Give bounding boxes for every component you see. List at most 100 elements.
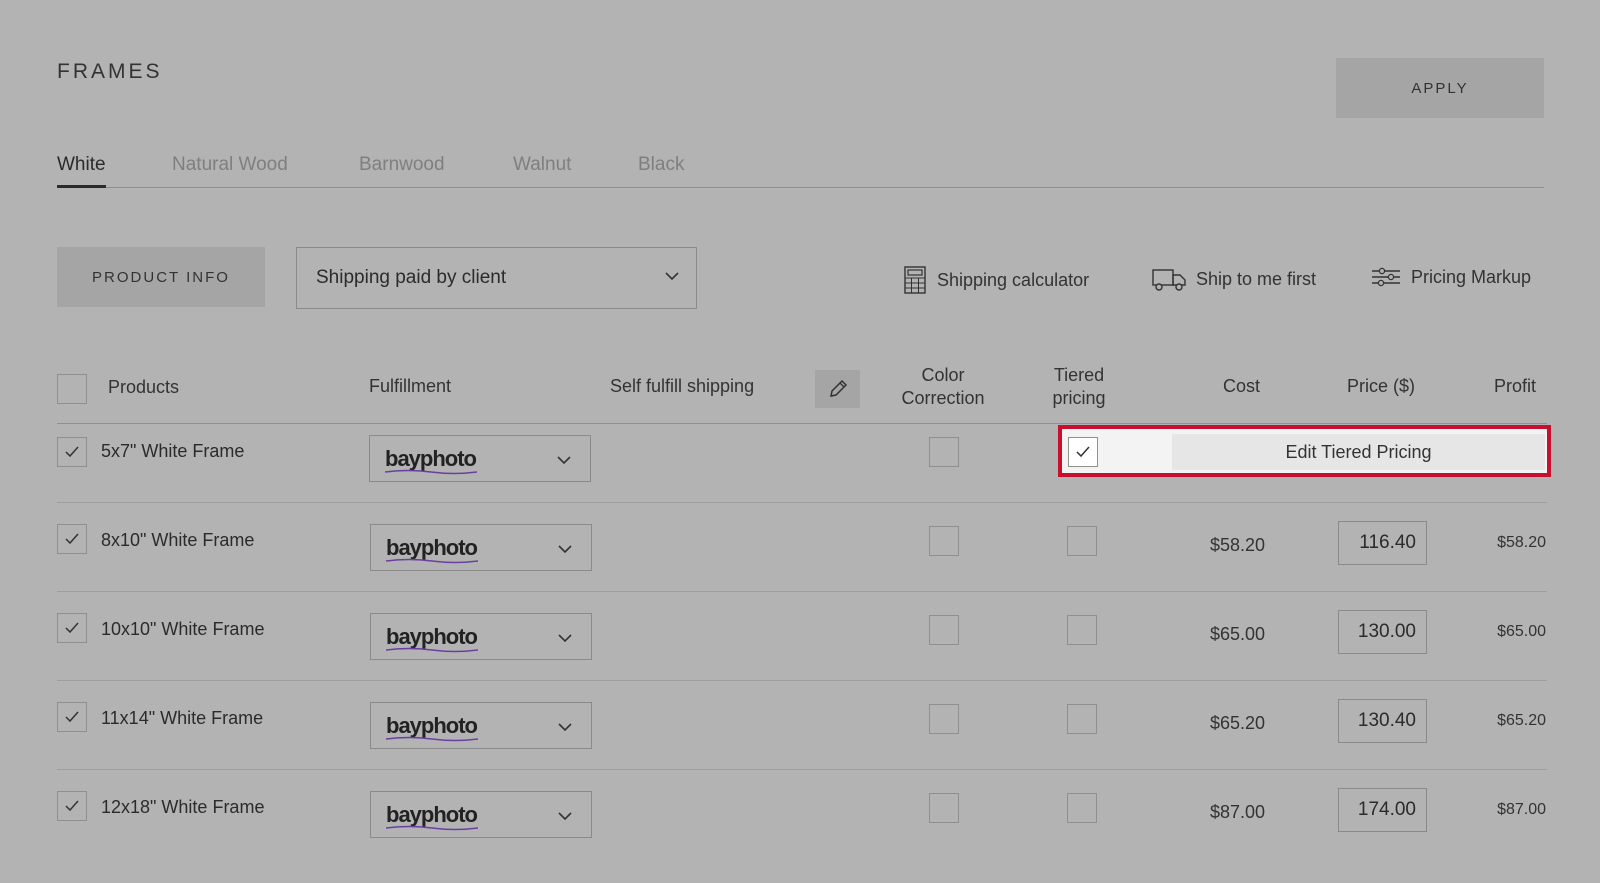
bayphoto-logo: bayphoto — [386, 713, 478, 741]
header-price: Price ($) — [1347, 376, 1416, 396]
apply-button[interactable]: APPLY — [1336, 58, 1544, 118]
product-name: 12x18" White Frame — [101, 797, 265, 817]
row-checkbox[interactable] — [57, 437, 87, 467]
row-divider — [57, 680, 1547, 681]
tab-white[interactable]: White — [57, 154, 106, 188]
truck-icon — [1152, 269, 1186, 291]
row-divider — [57, 591, 1547, 592]
tiered-pricing-checkbox[interactable] — [1067, 526, 1097, 556]
checkmark-icon — [65, 800, 79, 812]
bayphoto-logo: bayphoto — [386, 535, 478, 563]
cost-value: $87.00 — [1209, 802, 1265, 822]
select-all-checkbox[interactable] — [57, 374, 87, 404]
logo-wave-icon — [386, 736, 478, 741]
row-checkbox[interactable] — [57, 791, 87, 821]
row-checkbox[interactable] — [57, 524, 87, 554]
tiered-pricing-checkbox[interactable] — [1068, 437, 1098, 467]
header-tiered-pricing-line1: Tiered — [1053, 365, 1105, 385]
price-input[interactable]: 130.40 — [1338, 699, 1427, 743]
cost-value: $65.20 — [1209, 713, 1265, 733]
ship-to-me-first-link[interactable]: Ship to me first — [1152, 266, 1316, 292]
page-title: FRAMES — [57, 60, 163, 83]
checkmark-icon — [1076, 446, 1090, 458]
logo-wave-icon — [385, 469, 477, 474]
fulfillment-select[interactable]: bayphoto — [370, 613, 592, 660]
logo-wave-icon — [386, 825, 478, 830]
price-input[interactable]: 130.00 — [1338, 610, 1427, 654]
fulfillment-select[interactable]: bayphoto — [370, 702, 592, 749]
cost-value: $58.20 — [1209, 535, 1265, 555]
chevron-down-icon — [558, 723, 572, 732]
checkmark-icon — [65, 711, 79, 723]
fulfillment-select[interactable]: bayphoto — [370, 791, 592, 838]
header-cost: Cost — [1223, 376, 1261, 396]
calculator-icon — [904, 266, 926, 294]
pricing-markup-link[interactable]: Pricing Markup — [1371, 266, 1531, 288]
tiered-pricing-checkbox[interactable] — [1067, 704, 1097, 734]
product-name: 10x10" White Frame — [101, 619, 265, 639]
header-products: Products — [108, 377, 180, 397]
tab-natural-wood[interactable]: Natural Wood — [172, 154, 288, 188]
pricing-markup-label: Pricing Markup — [1411, 266, 1532, 287]
shipping-calculator-link[interactable]: Shipping calculator — [903, 266, 1089, 294]
edit-tiered-pricing-button[interactable]: Edit Tiered Pricing — [1172, 434, 1545, 470]
edit-shipping-button[interactable] — [815, 370, 860, 408]
logo-wave-icon — [386, 558, 478, 563]
product-name: 8x10" White Frame — [101, 530, 255, 550]
chevron-down-icon — [558, 812, 572, 821]
tab-black[interactable]: Black — [638, 154, 684, 188]
bayphoto-logo: bayphoto — [385, 446, 477, 474]
frame-color-tabs: White Natural Wood Barnwood Walnut Black — [57, 150, 1544, 188]
tiered-pricing-checkbox[interactable] — [1067, 793, 1097, 823]
cost-value: $65.00 — [1209, 624, 1265, 644]
header-color-correction: Color Correction — [888, 364, 998, 410]
logo-wave-icon — [386, 647, 478, 652]
product-info-button[interactable]: PRODUCT INFO — [57, 247, 265, 307]
profit-value: $65.00 — [1497, 623, 1546, 640]
price-input[interactable]: 116.40 — [1338, 521, 1427, 565]
chevron-down-icon — [558, 545, 572, 554]
tab-barnwood[interactable]: Barnwood — [359, 154, 445, 188]
header-divider — [57, 423, 1547, 424]
sliders-icon — [1372, 267, 1400, 287]
tab-walnut[interactable]: Walnut — [513, 154, 571, 188]
chevron-down-icon — [558, 634, 572, 643]
product-name: 5x7" White Frame — [101, 441, 245, 461]
bayphoto-logo: bayphoto — [386, 802, 478, 830]
row-checkbox[interactable] — [57, 702, 87, 732]
pencil-icon — [829, 379, 847, 397]
shipping-calculator-label: Shipping calculator — [937, 269, 1090, 290]
checkmark-icon — [65, 533, 79, 545]
row-divider — [57, 502, 1547, 503]
row-checkbox[interactable] — [57, 613, 87, 643]
header-tiered-pricing-line2: pricing — [1052, 388, 1106, 408]
row-divider — [57, 769, 1547, 770]
header-tiered-pricing: Tiered pricing — [1034, 364, 1124, 410]
product-name: 11x14" White Frame — [101, 708, 264, 728]
shipping-select-value: Shipping paid by client — [316, 267, 507, 288]
fulfillment-select[interactable]: bayphoto — [370, 524, 592, 571]
color-correction-checkbox[interactable] — [929, 704, 959, 734]
header-color-correction-line1: Color — [921, 365, 965, 385]
chevron-down-icon — [665, 272, 679, 281]
color-correction-checkbox[interactable] — [929, 526, 959, 556]
chevron-down-icon — [557, 456, 571, 465]
price-input[interactable]: 174.00 — [1338, 788, 1427, 832]
profit-value: $65.20 — [1497, 712, 1546, 729]
color-correction-checkbox[interactable] — [929, 793, 959, 823]
profit-value: $58.20 — [1497, 534, 1546, 551]
header-color-correction-line2: Correction — [901, 388, 985, 408]
color-correction-checkbox[interactable] — [929, 615, 959, 645]
ship-to-me-first-label: Ship to me first — [1196, 268, 1317, 289]
color-correction-checkbox[interactable] — [929, 437, 959, 467]
checkmark-icon — [65, 622, 79, 634]
profit-value: $87.00 — [1497, 801, 1546, 818]
header-self-fulfill-shipping: Self fulfill shipping — [610, 376, 755, 396]
header-fulfillment: Fulfillment — [369, 376, 452, 396]
tiered-pricing-checkbox[interactable] — [1067, 615, 1097, 645]
header-profit: Profit — [1494, 376, 1537, 396]
bayphoto-logo: bayphoto — [386, 624, 478, 652]
shipping-select[interactable]: Shipping paid by client — [296, 247, 697, 309]
checkmark-icon — [65, 446, 79, 458]
fulfillment-select[interactable]: bayphoto — [369, 435, 591, 482]
